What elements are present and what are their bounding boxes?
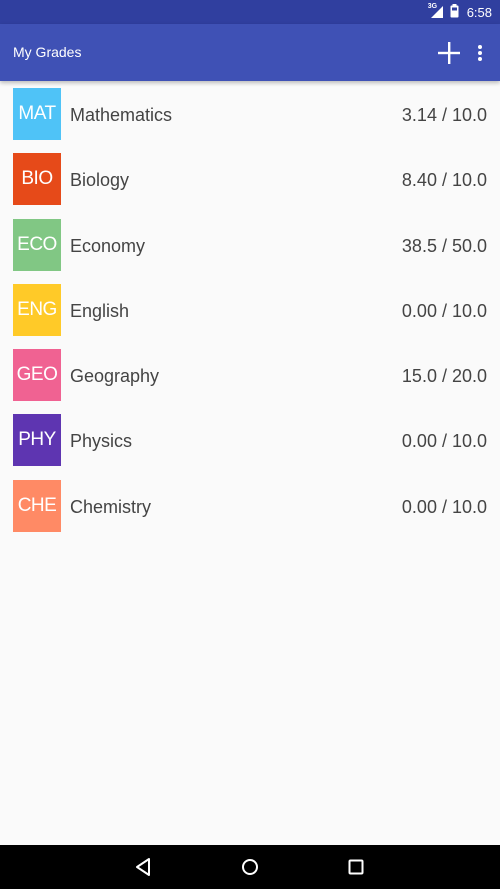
- subject-badge: CHE: [13, 479, 61, 532]
- signal-icon: 3G: [428, 3, 444, 19]
- subject-name: Chemistry: [70, 496, 152, 517]
- navigation-bar: [0, 845, 500, 889]
- subject-badge: GEO: [13, 349, 61, 402]
- subject-badge: ENG: [13, 283, 61, 336]
- subject-row-biology[interactable]: BIO Biology 8.40 / 10.0: [0, 146, 500, 211]
- app-title: My Grades: [13, 44, 82, 60]
- status-time: 6:58: [466, 4, 492, 20]
- subject-row-chemistry[interactable]: CHE Chemistry 0.00 / 10.0: [0, 473, 500, 538]
- subject-grade: 8.40 / 10.0: [401, 170, 487, 191]
- back-icon: [136, 858, 150, 876]
- subject-name: Mathematics: [70, 105, 173, 125]
- home-icon: [242, 859, 258, 875]
- add-subject-button[interactable]: [436, 40, 462, 66]
- app-bar: My Grades: [0, 24, 500, 81]
- subject-row-mathematics[interactable]: MAT Mathematics 3.14 / 10.0: [0, 81, 500, 146]
- overflow-menu-icon: [478, 45, 482, 61]
- back-button[interactable]: [133, 856, 155, 878]
- subject-name: Geography: [70, 366, 160, 387]
- subject-name: Physics: [70, 431, 133, 452]
- status-bar: 3G 6:58: [0, 0, 500, 24]
- subject-badge: ECO: [13, 218, 61, 271]
- subject-grade: 0.00 / 10.0: [401, 431, 487, 452]
- subject-badge: BIO: [13, 153, 61, 206]
- subject-row-physics[interactable]: PHY Physics 0.00 / 10.0: [0, 407, 500, 472]
- subject-name: Biology: [70, 170, 130, 191]
- screen: 3G 6:58 My Grades MAT Mathematics 3.14 /…: [0, 0, 500, 889]
- subject-grade: 3.14 / 10.0: [401, 105, 487, 125]
- subject-row-english[interactable]: ENG English 0.00 / 10.0: [0, 277, 500, 342]
- recents-icon: [348, 859, 364, 875]
- subject-grade: 15.0 / 20.0: [401, 366, 487, 387]
- subject-grade: 0.00 / 10.0: [401, 496, 487, 517]
- subject-grade: 38.5 / 50.0: [401, 235, 487, 256]
- subject-row-geography[interactable]: GEO Geography 15.0 / 20.0: [0, 342, 500, 407]
- battery-icon: [450, 3, 459, 22]
- subject-name: Economy: [70, 235, 146, 256]
- plus-icon: [438, 42, 460, 64]
- subject-badge: PHY: [13, 414, 61, 467]
- subject-list: MAT Mathematics 3.14 / 10.0 BIO Biology …: [0, 81, 500, 538]
- subject-grade: 0.00 / 10.0: [401, 300, 487, 321]
- subject-name: English: [70, 300, 130, 321]
- subject-row-economy[interactable]: ECO Economy 38.5 / 50.0: [0, 212, 500, 277]
- status-indicators: 3G 6:58: [428, 0, 492, 24]
- recents-button[interactable]: [345, 856, 367, 878]
- subject-badge: MAT: [13, 88, 61, 140]
- home-button[interactable]: [239, 856, 261, 878]
- overflow-menu-button[interactable]: [470, 40, 490, 66]
